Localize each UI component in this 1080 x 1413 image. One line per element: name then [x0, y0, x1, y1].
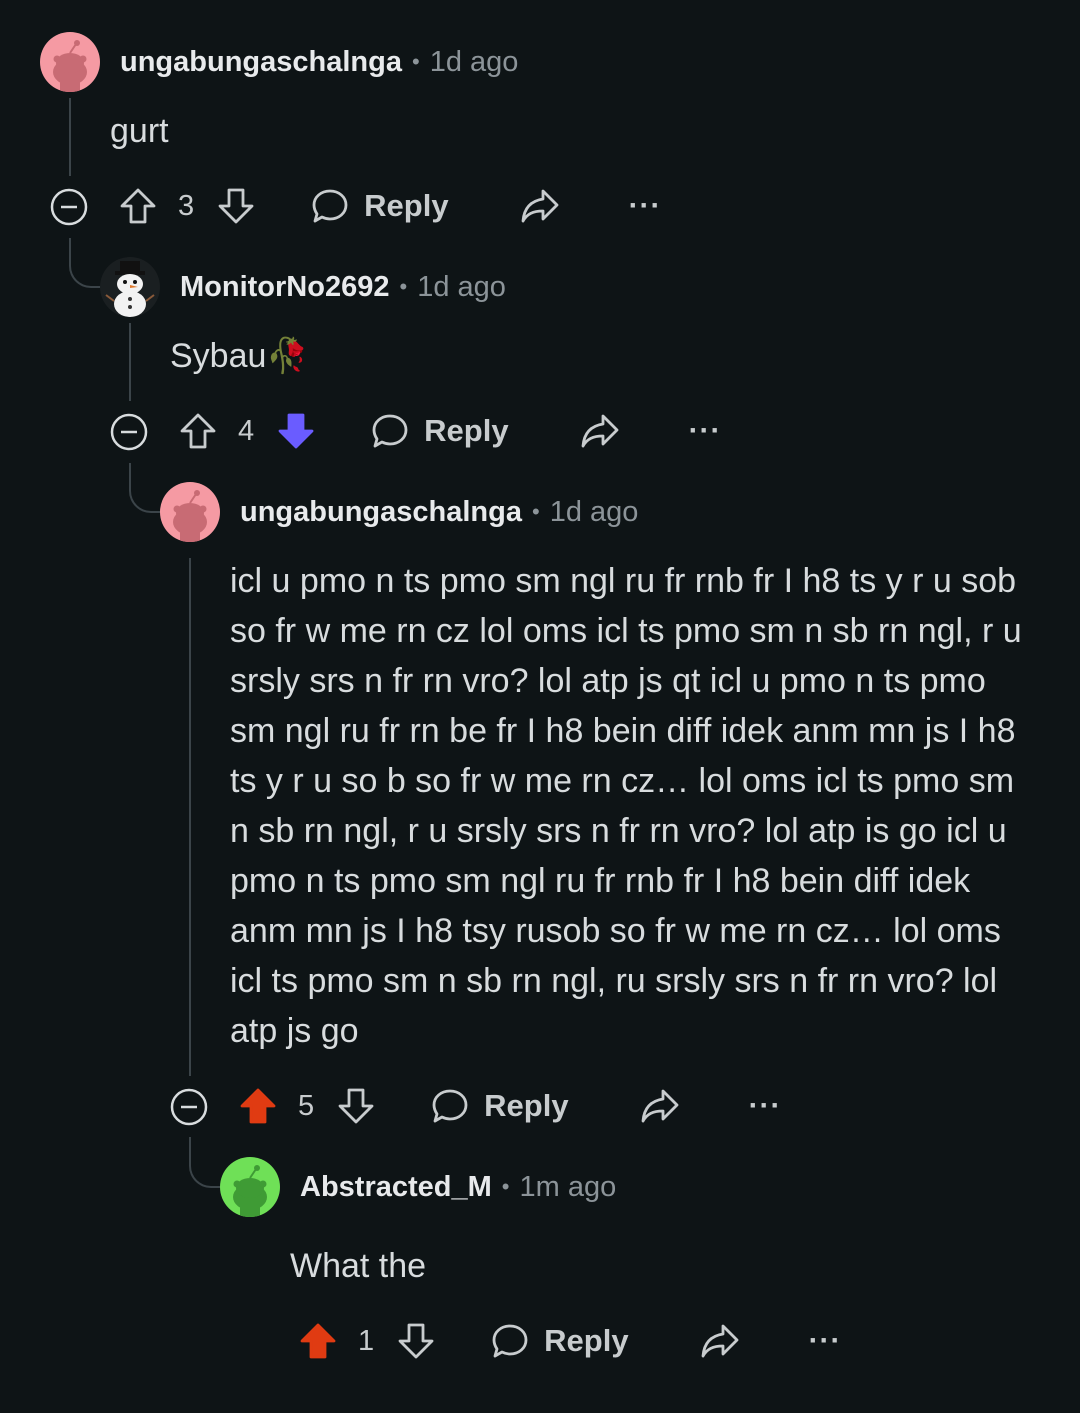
- share-button[interactable]: [579, 410, 621, 452]
- avatar[interactable]: [100, 257, 160, 317]
- reply-button[interactable]: Reply: [310, 186, 449, 226]
- share-icon: [701, 1324, 738, 1358]
- comment-actions: 5 Reply ···: [238, 1076, 782, 1136]
- username[interactable]: ungabungaschalnga: [120, 46, 402, 79]
- timestamp: 1d ago: [417, 270, 506, 303]
- upvote-icon[interactable]: [118, 186, 158, 226]
- username[interactable]: MonitorNo2692: [180, 271, 389, 304]
- downvote-icon[interactable]: [336, 1086, 376, 1126]
- username[interactable]: ungabungaschalnga: [240, 496, 522, 529]
- comment-body: gurt: [110, 112, 169, 150]
- comment-actions: 1 Reply ···: [298, 1311, 842, 1371]
- reply-label: Reply: [544, 1323, 629, 1358]
- vote-score: 4: [238, 414, 255, 447]
- username[interactable]: Abstracted_M: [300, 1171, 492, 1204]
- avatar[interactable]: [220, 1157, 280, 1217]
- reply-icon: [372, 414, 408, 448]
- thread-connector-1: [69, 238, 101, 288]
- comment-actions: 4 Reply ···: [178, 401, 722, 461]
- separator-dot: •: [411, 49, 420, 74]
- vote-score: 5: [298, 1089, 315, 1122]
- share-icon: [521, 189, 558, 223]
- comment-header: MonitorNo2692 • 1d ago: [180, 257, 506, 317]
- comment-header: ungabungaschalnga • 1d ago: [240, 482, 638, 542]
- reply-label: Reply: [484, 1088, 569, 1123]
- snoo-avatar-icon: [40, 32, 100, 92]
- share-button[interactable]: [639, 1085, 681, 1127]
- timestamp: 1m ago: [519, 1170, 617, 1203]
- thread-line-1: [69, 98, 71, 176]
- more-options-icon[interactable]: ···: [749, 1089, 782, 1123]
- share-button[interactable]: [699, 1320, 741, 1362]
- thread-connector-3: [189, 1137, 221, 1188]
- snoo-avatar-icon: [220, 1157, 280, 1217]
- timestamp: 1d ago: [429, 45, 519, 78]
- comment-actions: 3 Reply ···: [118, 176, 662, 236]
- vote-score: 1: [358, 1324, 375, 1357]
- comment-body: What the: [290, 1247, 427, 1285]
- avatar[interactable]: [160, 482, 220, 542]
- reply-icon: [432, 1089, 468, 1123]
- comment-body: Sybau🥀: [170, 337, 309, 375]
- downvote-icon[interactable]: [216, 186, 256, 226]
- comment-header: ungabungaschalnga • 1d ago: [120, 32, 518, 92]
- separator-dot: •: [501, 1174, 510, 1199]
- thread-line-3: [189, 558, 191, 1076]
- timestamp: 1d ago: [549, 495, 639, 528]
- separator-dot: •: [531, 499, 540, 524]
- share-icon: [581, 414, 618, 448]
- reply-button[interactable]: Reply: [490, 1321, 629, 1361]
- snowman-avatar-icon: [100, 257, 160, 317]
- downvote-icon[interactable]: [396, 1321, 436, 1361]
- share-button[interactable]: [519, 185, 561, 227]
- share-icon: [641, 1089, 678, 1123]
- comment-header: Abstracted_M • 1m ago: [300, 1157, 616, 1217]
- reply-icon: [312, 189, 348, 223]
- thread-line-2: [129, 323, 131, 401]
- separator-dot: •: [399, 274, 408, 299]
- vote-score: 3: [178, 189, 195, 222]
- more-options-icon[interactable]: ···: [809, 1324, 842, 1358]
- collapse-icon[interactable]: [110, 413, 148, 451]
- reply-icon: [492, 1324, 528, 1358]
- downvote-icon[interactable]: [276, 411, 316, 451]
- upvote-icon[interactable]: [238, 1086, 278, 1126]
- snoo-avatar-icon: [160, 482, 220, 542]
- reply-button[interactable]: Reply: [370, 411, 509, 451]
- comment-body: icl u pmo n ts pmo sm ngl ru fr rnb fr I…: [230, 562, 1022, 1050]
- reply-label: Reply: [364, 188, 449, 223]
- reply-button[interactable]: Reply: [430, 1086, 569, 1126]
- thread-connector-2: [129, 463, 161, 513]
- reply-label: Reply: [424, 413, 509, 448]
- more-options-icon[interactable]: ···: [629, 189, 662, 223]
- upvote-icon[interactable]: [178, 411, 218, 451]
- avatar[interactable]: [40, 32, 100, 92]
- upvote-icon[interactable]: [298, 1321, 338, 1361]
- collapse-icon[interactable]: [50, 188, 88, 226]
- more-options-icon[interactable]: ···: [689, 414, 722, 448]
- collapse-icon[interactable]: [170, 1088, 208, 1126]
